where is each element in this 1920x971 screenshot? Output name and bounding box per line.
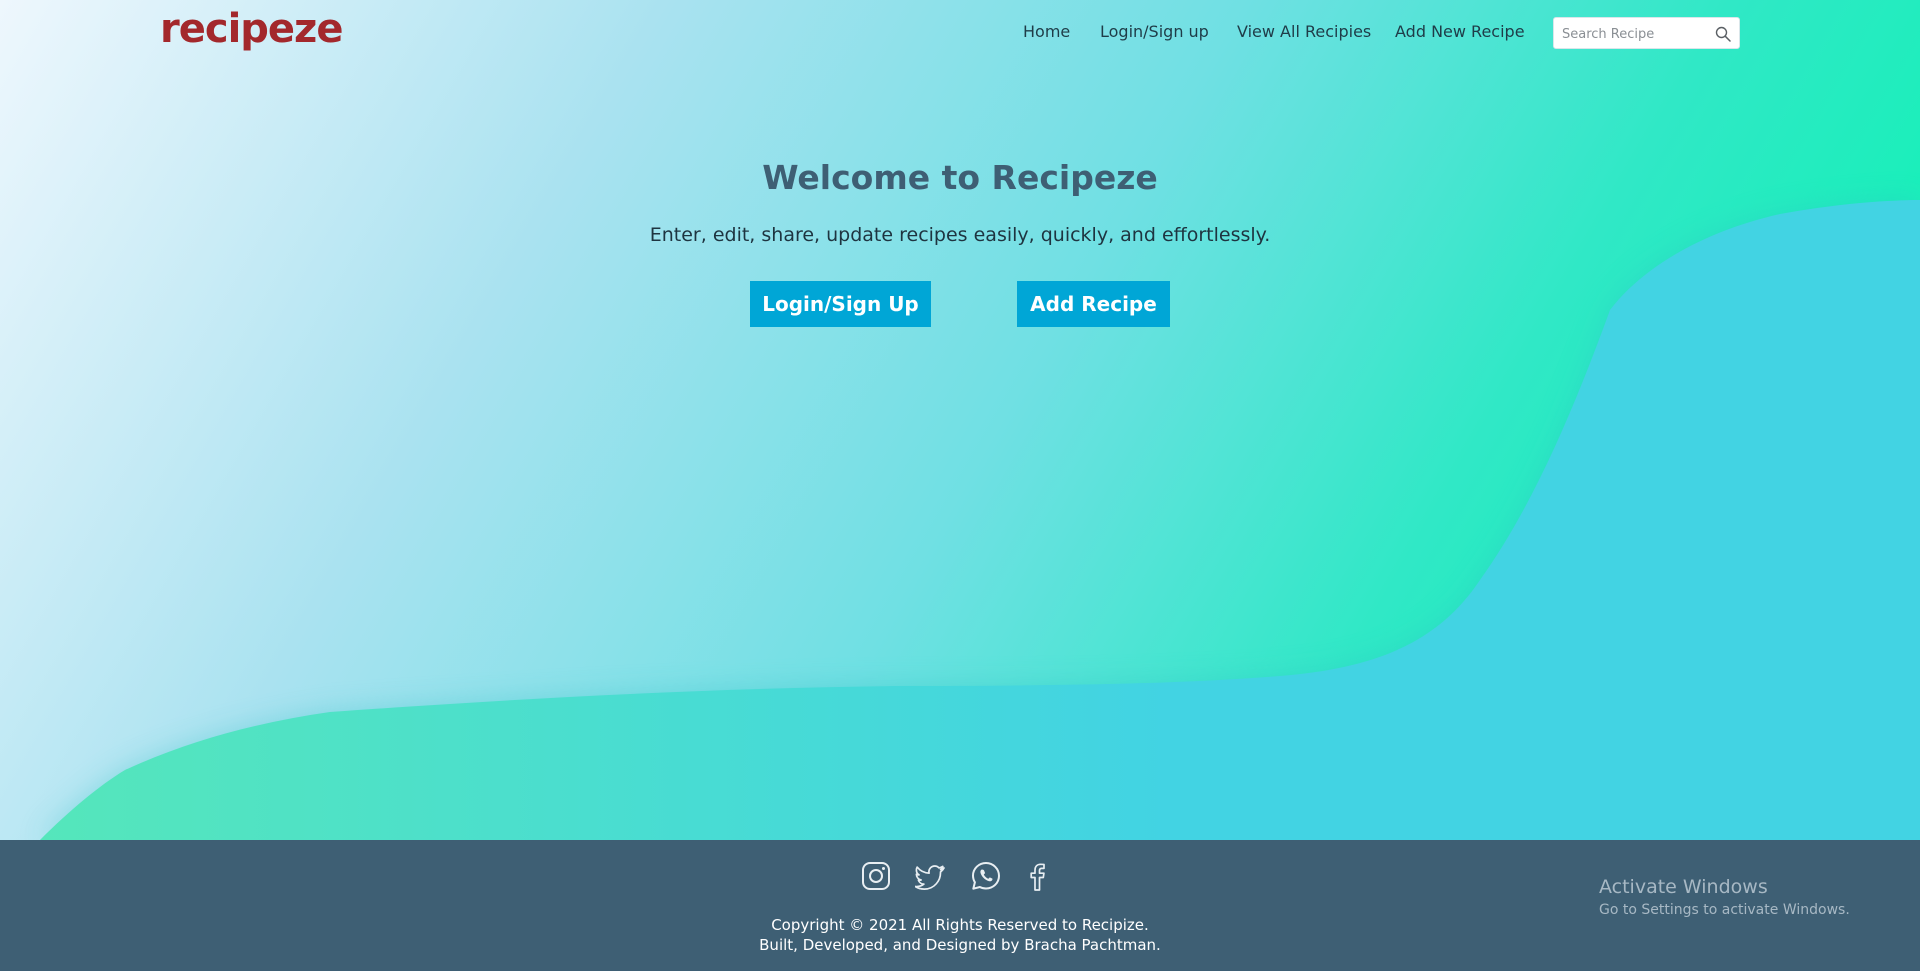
brand-logo[interactable]: recipeze (160, 6, 343, 52)
top-navigation-bar: recipeze Home Login/Sign up View All Rec… (0, 0, 1920, 66)
copyright-text: Copyright © 2021 All Rights Reserved to … (771, 916, 1149, 934)
page-title: Welcome to Recipeze (762, 158, 1158, 197)
instagram-icon[interactable] (860, 860, 892, 892)
hero-tagline: Enter, edit, share, update recipes easil… (649, 224, 1271, 246)
activate-windows-subtitle: Go to Settings to activate Windows. (1599, 902, 1850, 918)
search-icon[interactable] (1715, 26, 1731, 42)
whatsapp-icon[interactable] (970, 860, 1002, 892)
hero-section (0, 0, 1920, 840)
add-recipe-button[interactable]: Add Recipe (1017, 281, 1170, 327)
twitter-icon[interactable] (915, 860, 947, 892)
hero-wave-shape (40, 200, 1920, 840)
facebook-icon[interactable] (1021, 860, 1053, 892)
activate-windows-title: Activate Windows (1599, 876, 1768, 898)
login-signup-button[interactable]: Login/Sign Up (750, 281, 931, 327)
nav-view-all-recipes-link[interactable]: View All Recipies (1237, 22, 1371, 41)
credits-text: Built, Developed, and Designed by Bracha… (759, 936, 1161, 954)
nav-home-link[interactable]: Home (1023, 22, 1070, 41)
footer: Copyright © 2021 All Rights Reserved to … (0, 840, 1920, 971)
search-box (1553, 17, 1740, 49)
nav-login-signup-link[interactable]: Login/Sign up (1100, 22, 1209, 41)
search-input[interactable] (1562, 24, 1712, 44)
nav-add-new-recipe-link[interactable]: Add New Recipe (1395, 22, 1525, 41)
